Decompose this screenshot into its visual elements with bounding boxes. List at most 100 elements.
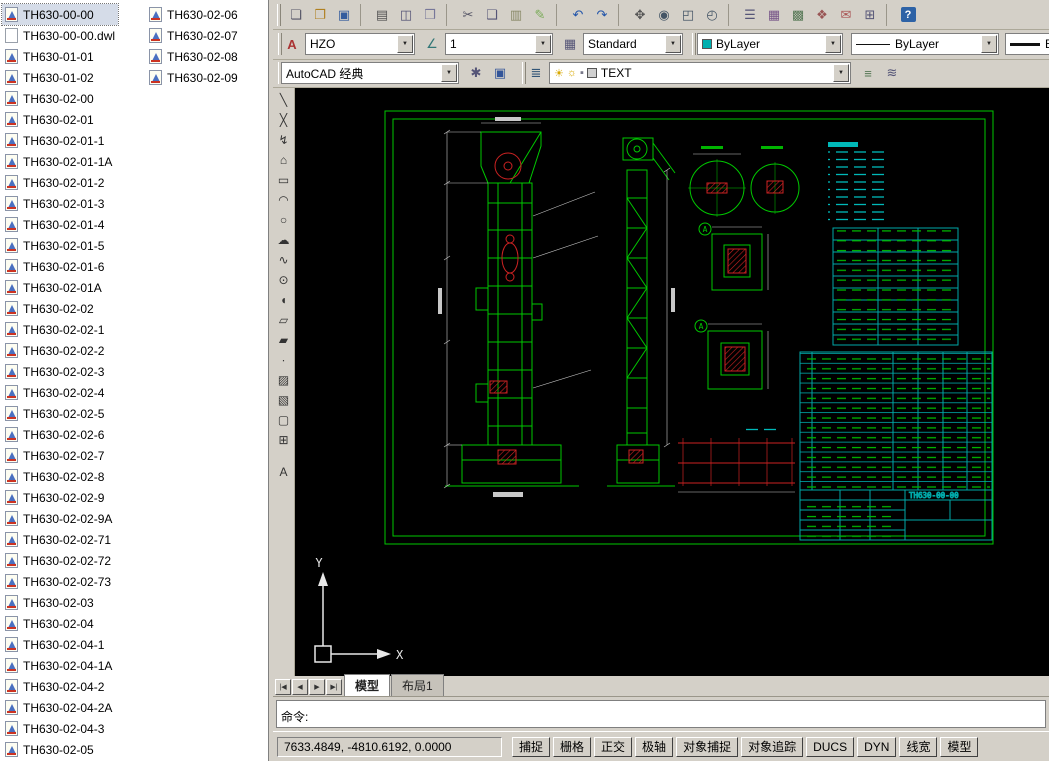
zoom-previous-button[interactable]: ◴ — [701, 4, 723, 26]
model-toggle[interactable]: 模型 — [940, 737, 978, 757]
file-item[interactable]: TH630-02-04 — [2, 613, 118, 634]
help-button[interactable]: ? — [897, 4, 919, 26]
file-item[interactable]: TH630-02-04-1A — [2, 655, 118, 676]
hatch-tool[interactable]: ▨ — [274, 370, 294, 390]
revision-cloud-tool[interactable]: ☁ — [274, 230, 294, 250]
ellipse-tool[interactable]: ⊙ — [274, 270, 294, 290]
text-style-combo[interactable]: HZO ▼ — [305, 33, 415, 55]
text-style-manager-button[interactable]: A — [281, 33, 303, 55]
file-item[interactable]: TH630-02-04-1 — [2, 634, 118, 655]
file-item[interactable]: TH630-02-02-71 — [2, 529, 118, 550]
toolbar-grip[interactable] — [277, 4, 281, 26]
tool-palettes-button[interactable]: ▩ — [787, 4, 809, 26]
layer-translate-button[interactable]: ≋ — [881, 62, 903, 84]
file-item[interactable]: TH630-02-02-8 — [2, 466, 118, 487]
file-item[interactable]: TH630-02-01-1 — [2, 130, 118, 151]
file-item[interactable]: TH630-02-02-7 — [2, 445, 118, 466]
file-item[interactable]: TH630-02-00 — [2, 88, 118, 109]
file-item[interactable]: TH630-02-04-2A — [2, 697, 118, 718]
redo-button[interactable]: ↷ — [591, 4, 613, 26]
lwt-toggle[interactable]: 线宽 — [899, 737, 937, 757]
cut-button[interactable]: ✂ — [457, 4, 479, 26]
otrack-toggle[interactable]: 对象追踪 — [741, 737, 803, 757]
zoom-window-button[interactable]: ◰ — [677, 4, 699, 26]
ducs-toggle[interactable]: DUCS — [806, 737, 854, 757]
workspace-combo[interactable]: AutoCAD 经典 ▼ — [281, 62, 459, 84]
ortho-toggle[interactable]: 正交 — [594, 737, 632, 757]
spline-tool[interactable]: ∿ — [274, 250, 294, 270]
table-tool[interactable]: ⊞ — [274, 430, 294, 450]
file-item[interactable]: TH630-02-02-72 — [2, 550, 118, 571]
lineweight-combo[interactable]: ByLayer — [1005, 33, 1049, 55]
designcenter-button[interactable]: ▦ — [763, 4, 785, 26]
line-tool[interactable]: ╲ — [274, 90, 294, 110]
file-item[interactable]: TH630-02-05 — [2, 739, 118, 760]
linetype-combo[interactable]: ByLayer ▼ — [851, 33, 999, 55]
command-input[interactable]: 命令: — [276, 700, 1046, 728]
publish-button[interactable]: ❒ — [419, 4, 441, 26]
workspace-settings-button[interactable]: ✱ — [465, 62, 487, 84]
ellipse-arc-tool[interactable]: ◖ — [274, 290, 294, 310]
grid-toggle[interactable]: 栅格 — [553, 737, 591, 757]
file-item[interactable]: TH630-02-01A — [2, 277, 118, 298]
file-item[interactable]: TH630-02-04-2 — [2, 676, 118, 697]
insert-block-tool[interactable]: ▱ — [274, 310, 294, 330]
file-item[interactable]: TH630-02-08 — [146, 46, 241, 67]
snap-toggle[interactable]: 捕捉 — [512, 737, 550, 757]
file-item[interactable]: TH630-02-01-1A — [2, 151, 118, 172]
model-tab[interactable]: 模型 — [344, 674, 390, 696]
layer-combo[interactable]: ☀ ☼ ▪ TEXT ▼ — [549, 62, 851, 84]
file-item[interactable]: TH630-02-02-4 — [2, 382, 118, 403]
next-tab-button[interactable]: ▶ — [309, 679, 325, 695]
dropdown-arrow-icon[interactable]: ▼ — [665, 35, 681, 53]
dropdown-arrow-icon[interactable]: ▼ — [825, 35, 841, 53]
file-item[interactable]: TH630-02-01-4 — [2, 214, 118, 235]
table-style-manager-button[interactable]: ▦ — [559, 33, 581, 55]
file-item[interactable]: TH630-02-02-2 — [2, 340, 118, 361]
dyn-toggle[interactable]: DYN — [857, 737, 896, 757]
dropdown-arrow-icon[interactable]: ▼ — [833, 64, 849, 82]
qnew-button[interactable]: ❏ — [285, 4, 307, 26]
polyline-tool[interactable]: ↯ — [274, 130, 294, 150]
file-item[interactable]: TH630-02-01 — [2, 109, 118, 130]
file-item[interactable]: TH630-02-02-9A — [2, 508, 118, 529]
file-item[interactable]: TH630-02-01-5 — [2, 235, 118, 256]
undo-button[interactable]: ↶ — [567, 4, 589, 26]
layer-states-manager-button[interactable]: ≡ — [857, 62, 879, 84]
dim-style-manager-button[interactable]: ∠ — [421, 33, 443, 55]
last-tab-button[interactable]: ▶| — [326, 679, 342, 695]
paste-button[interactable]: ▥ — [505, 4, 527, 26]
file-item[interactable]: TH630-02-01-6 — [2, 256, 118, 277]
match-properties-button[interactable]: ✎ — [529, 4, 551, 26]
save-workspace-button[interactable]: ▣ — [489, 62, 511, 84]
file-item[interactable]: TH630-02-07 — [146, 25, 241, 46]
toolbar-grip[interactable] — [692, 33, 696, 55]
file-item[interactable]: TH630-01-01 — [2, 46, 118, 67]
gradient-tool[interactable]: ▧ — [274, 390, 294, 410]
drawing-canvas[interactable]: A A — [295, 88, 1049, 676]
zoom-realtime-button[interactable]: ◉ — [653, 4, 675, 26]
open-button[interactable]: ❐ — [309, 4, 331, 26]
file-item[interactable]: TH630-01-02 — [2, 67, 118, 88]
quickcalc-button[interactable]: ⊞ — [859, 4, 881, 26]
properties-button[interactable]: ☰ — [739, 4, 761, 26]
region-tool[interactable]: ▢ — [274, 410, 294, 430]
rectangle-tool[interactable]: ▭ — [274, 170, 294, 190]
dropdown-arrow-icon[interactable]: ▼ — [981, 35, 997, 53]
file-item[interactable]: TH630-02-01-3 — [2, 193, 118, 214]
layer-properties-manager-button[interactable]: ≣ — [525, 62, 547, 84]
file-item[interactable]: TH630-02-02-1 — [2, 319, 118, 340]
circle-tool[interactable]: ○ — [274, 210, 294, 230]
file-item[interactable]: TH630-02-02-9 — [2, 487, 118, 508]
color-combo[interactable]: ByLayer ▼ — [697, 33, 843, 55]
file-item[interactable]: TH630-02-06 — [146, 4, 241, 25]
markup-button[interactable]: ✉ — [835, 4, 857, 26]
polygon-tool[interactable]: ⌂ — [274, 150, 294, 170]
file-item[interactable]: TH630-02-02-73 — [2, 571, 118, 592]
file-item[interactable]: TH630-00-00.dwl — [2, 25, 118, 46]
dropdown-arrow-icon[interactable]: ▼ — [535, 35, 551, 53]
file-item[interactable]: TH630-02-02 — [2, 298, 118, 319]
pan-button[interactable]: ✥ — [629, 4, 651, 26]
construction-line-tool[interactable]: ╳ — [274, 110, 294, 130]
dropdown-arrow-icon[interactable]: ▼ — [441, 64, 457, 82]
